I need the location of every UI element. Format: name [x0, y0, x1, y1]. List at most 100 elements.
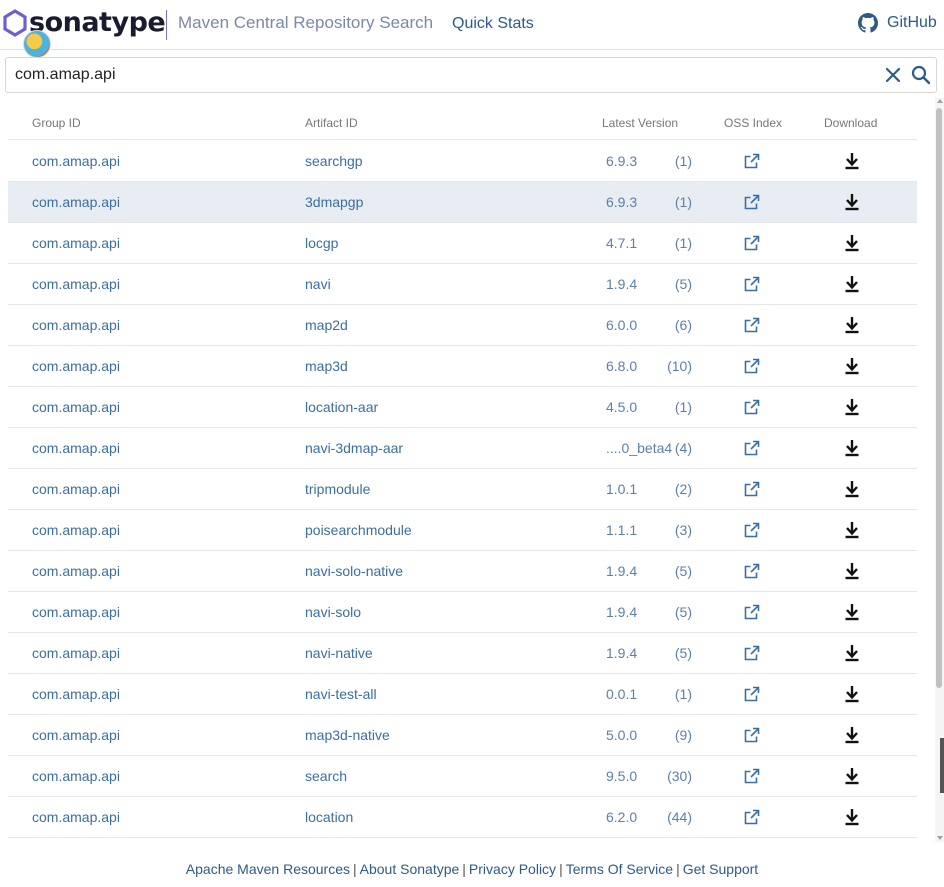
- group-id-link[interactable]: com.amap.api: [32, 645, 120, 661]
- version-count-link[interactable]: (10): [648, 358, 692, 374]
- download-icon[interactable]: [844, 316, 860, 334]
- download-icon[interactable]: [844, 726, 860, 744]
- download-icon[interactable]: [844, 357, 860, 375]
- artifact-id-link[interactable]: location: [305, 809, 353, 825]
- column-header-latest-version[interactable]: Latest Version: [602, 116, 678, 130]
- results-scrollbar[interactable]: [935, 98, 944, 842]
- latest-version-link[interactable]: 1.1.1: [606, 522, 637, 538]
- artifact-id-link[interactable]: search: [305, 768, 347, 784]
- external-link-icon[interactable]: [744, 317, 760, 333]
- artifact-id-link[interactable]: map3d-native: [305, 727, 390, 743]
- latest-version-link[interactable]: 1.9.4: [606, 604, 637, 620]
- version-count-link[interactable]: (4): [648, 440, 692, 456]
- download-icon[interactable]: [844, 398, 860, 416]
- artifact-id-link[interactable]: poisearchmodule: [305, 522, 412, 538]
- artifact-id-link[interactable]: navi-test-all: [305, 686, 377, 702]
- artifact-id-link[interactable]: navi-native: [305, 645, 373, 661]
- group-id-link[interactable]: com.amap.api: [32, 276, 120, 292]
- group-id-link[interactable]: com.amap.api: [32, 358, 120, 374]
- github-link[interactable]: GitHub: [858, 13, 937, 33]
- external-link-icon[interactable]: [744, 686, 760, 702]
- side-tab[interactable]: [940, 738, 944, 793]
- version-count-link[interactable]: (5): [648, 645, 692, 661]
- latest-version-link[interactable]: 1.9.4: [606, 563, 637, 579]
- external-link-icon[interactable]: [744, 727, 760, 743]
- version-count-link[interactable]: (1): [648, 235, 692, 251]
- artifact-id-link[interactable]: location-aar: [305, 399, 378, 415]
- external-link-icon[interactable]: [744, 809, 760, 825]
- group-id-link[interactable]: com.amap.api: [32, 317, 120, 333]
- scroll-up-arrow-icon[interactable]: [937, 99, 943, 103]
- download-icon[interactable]: [844, 562, 860, 580]
- external-link-icon[interactable]: [744, 235, 760, 251]
- latest-version-link[interactable]: 1.9.4: [606, 276, 637, 292]
- column-header-artifact-id[interactable]: Artifact ID: [305, 116, 358, 130]
- latest-version-link[interactable]: 1.9.4: [606, 645, 637, 661]
- quick-stats-link[interactable]: Quick Stats: [452, 15, 534, 33]
- download-icon[interactable]: [844, 275, 860, 293]
- download-icon[interactable]: [844, 439, 860, 457]
- artifact-id-link[interactable]: tripmodule: [305, 481, 370, 497]
- download-icon[interactable]: [844, 521, 860, 539]
- external-link-icon[interactable]: [744, 276, 760, 292]
- footer-link-about-sonatype[interactable]: About Sonatype: [360, 861, 460, 877]
- close-icon[interactable]: [884, 66, 902, 84]
- external-link-icon[interactable]: [744, 645, 760, 661]
- external-link-icon[interactable]: [744, 768, 760, 784]
- group-id-link[interactable]: com.amap.api: [32, 768, 120, 784]
- artifact-id-link[interactable]: navi-solo-native: [305, 563, 403, 579]
- external-link-icon[interactable]: [744, 563, 760, 579]
- group-id-link[interactable]: com.amap.api: [32, 481, 120, 497]
- download-icon[interactable]: [844, 480, 860, 498]
- download-icon[interactable]: [844, 685, 860, 703]
- group-id-link[interactable]: com.amap.api: [32, 809, 120, 825]
- search-input[interactable]: [7, 59, 867, 91]
- group-id-link[interactable]: com.amap.api: [32, 235, 120, 251]
- latest-version-link[interactable]: 9.5.0: [606, 768, 637, 784]
- group-id-link[interactable]: com.amap.api: [32, 522, 120, 538]
- version-count-link[interactable]: (5): [648, 276, 692, 292]
- latest-version-link[interactable]: 6.8.0: [606, 358, 637, 374]
- artifact-id-link[interactable]: map2d: [305, 317, 348, 333]
- latest-version-link[interactable]: 4.5.0: [606, 399, 637, 415]
- latest-version-link[interactable]: 6.0.0: [606, 317, 637, 333]
- latest-version-link[interactable]: 1.0.1: [606, 481, 637, 497]
- version-count-link[interactable]: (6): [648, 317, 692, 333]
- group-id-link[interactable]: com.amap.api: [32, 563, 120, 579]
- latest-version-link[interactable]: 6.9.3: [606, 194, 637, 210]
- download-icon[interactable]: [844, 193, 860, 211]
- scroll-thumb[interactable]: [936, 108, 942, 688]
- external-link-icon[interactable]: [744, 604, 760, 620]
- latest-version-link[interactable]: 4.7.1: [606, 235, 637, 251]
- footer-link-terms-of-service[interactable]: Terms Of Service: [566, 861, 673, 877]
- external-link-icon[interactable]: [744, 522, 760, 538]
- latest-version-link[interactable]: 0.0.1: [606, 686, 637, 702]
- artifact-id-link[interactable]: locgp: [305, 235, 338, 251]
- scroll-down-arrow-icon[interactable]: [937, 836, 943, 840]
- column-header-group-id[interactable]: Group ID: [32, 116, 81, 130]
- group-id-link[interactable]: com.amap.api: [32, 604, 120, 620]
- group-id-link[interactable]: com.amap.api: [32, 153, 120, 169]
- version-count-link[interactable]: (9): [648, 727, 692, 743]
- version-count-link[interactable]: (3): [648, 522, 692, 538]
- group-id-link[interactable]: com.amap.api: [32, 194, 120, 210]
- group-id-link[interactable]: com.amap.api: [32, 727, 120, 743]
- version-count-link[interactable]: (1): [648, 399, 692, 415]
- latest-version-link[interactable]: 6.9.3: [606, 153, 637, 169]
- artifact-id-link[interactable]: navi-solo: [305, 604, 361, 620]
- version-count-link[interactable]: (1): [648, 194, 692, 210]
- download-icon[interactable]: [844, 603, 860, 621]
- external-link-icon[interactable]: [744, 153, 760, 169]
- download-icon[interactable]: [844, 644, 860, 662]
- download-icon[interactable]: [844, 152, 860, 170]
- artifact-id-link[interactable]: 3dmapgp: [305, 194, 363, 210]
- artifact-id-link[interactable]: searchgp: [305, 153, 363, 169]
- external-link-icon[interactable]: [744, 358, 760, 374]
- download-icon[interactable]: [844, 234, 860, 252]
- version-count-link[interactable]: (5): [648, 604, 692, 620]
- external-link-icon[interactable]: [744, 399, 760, 415]
- external-link-icon[interactable]: [744, 481, 760, 497]
- external-link-icon[interactable]: [744, 440, 760, 456]
- search-icon[interactable]: [911, 65, 931, 85]
- external-link-icon[interactable]: [744, 194, 760, 210]
